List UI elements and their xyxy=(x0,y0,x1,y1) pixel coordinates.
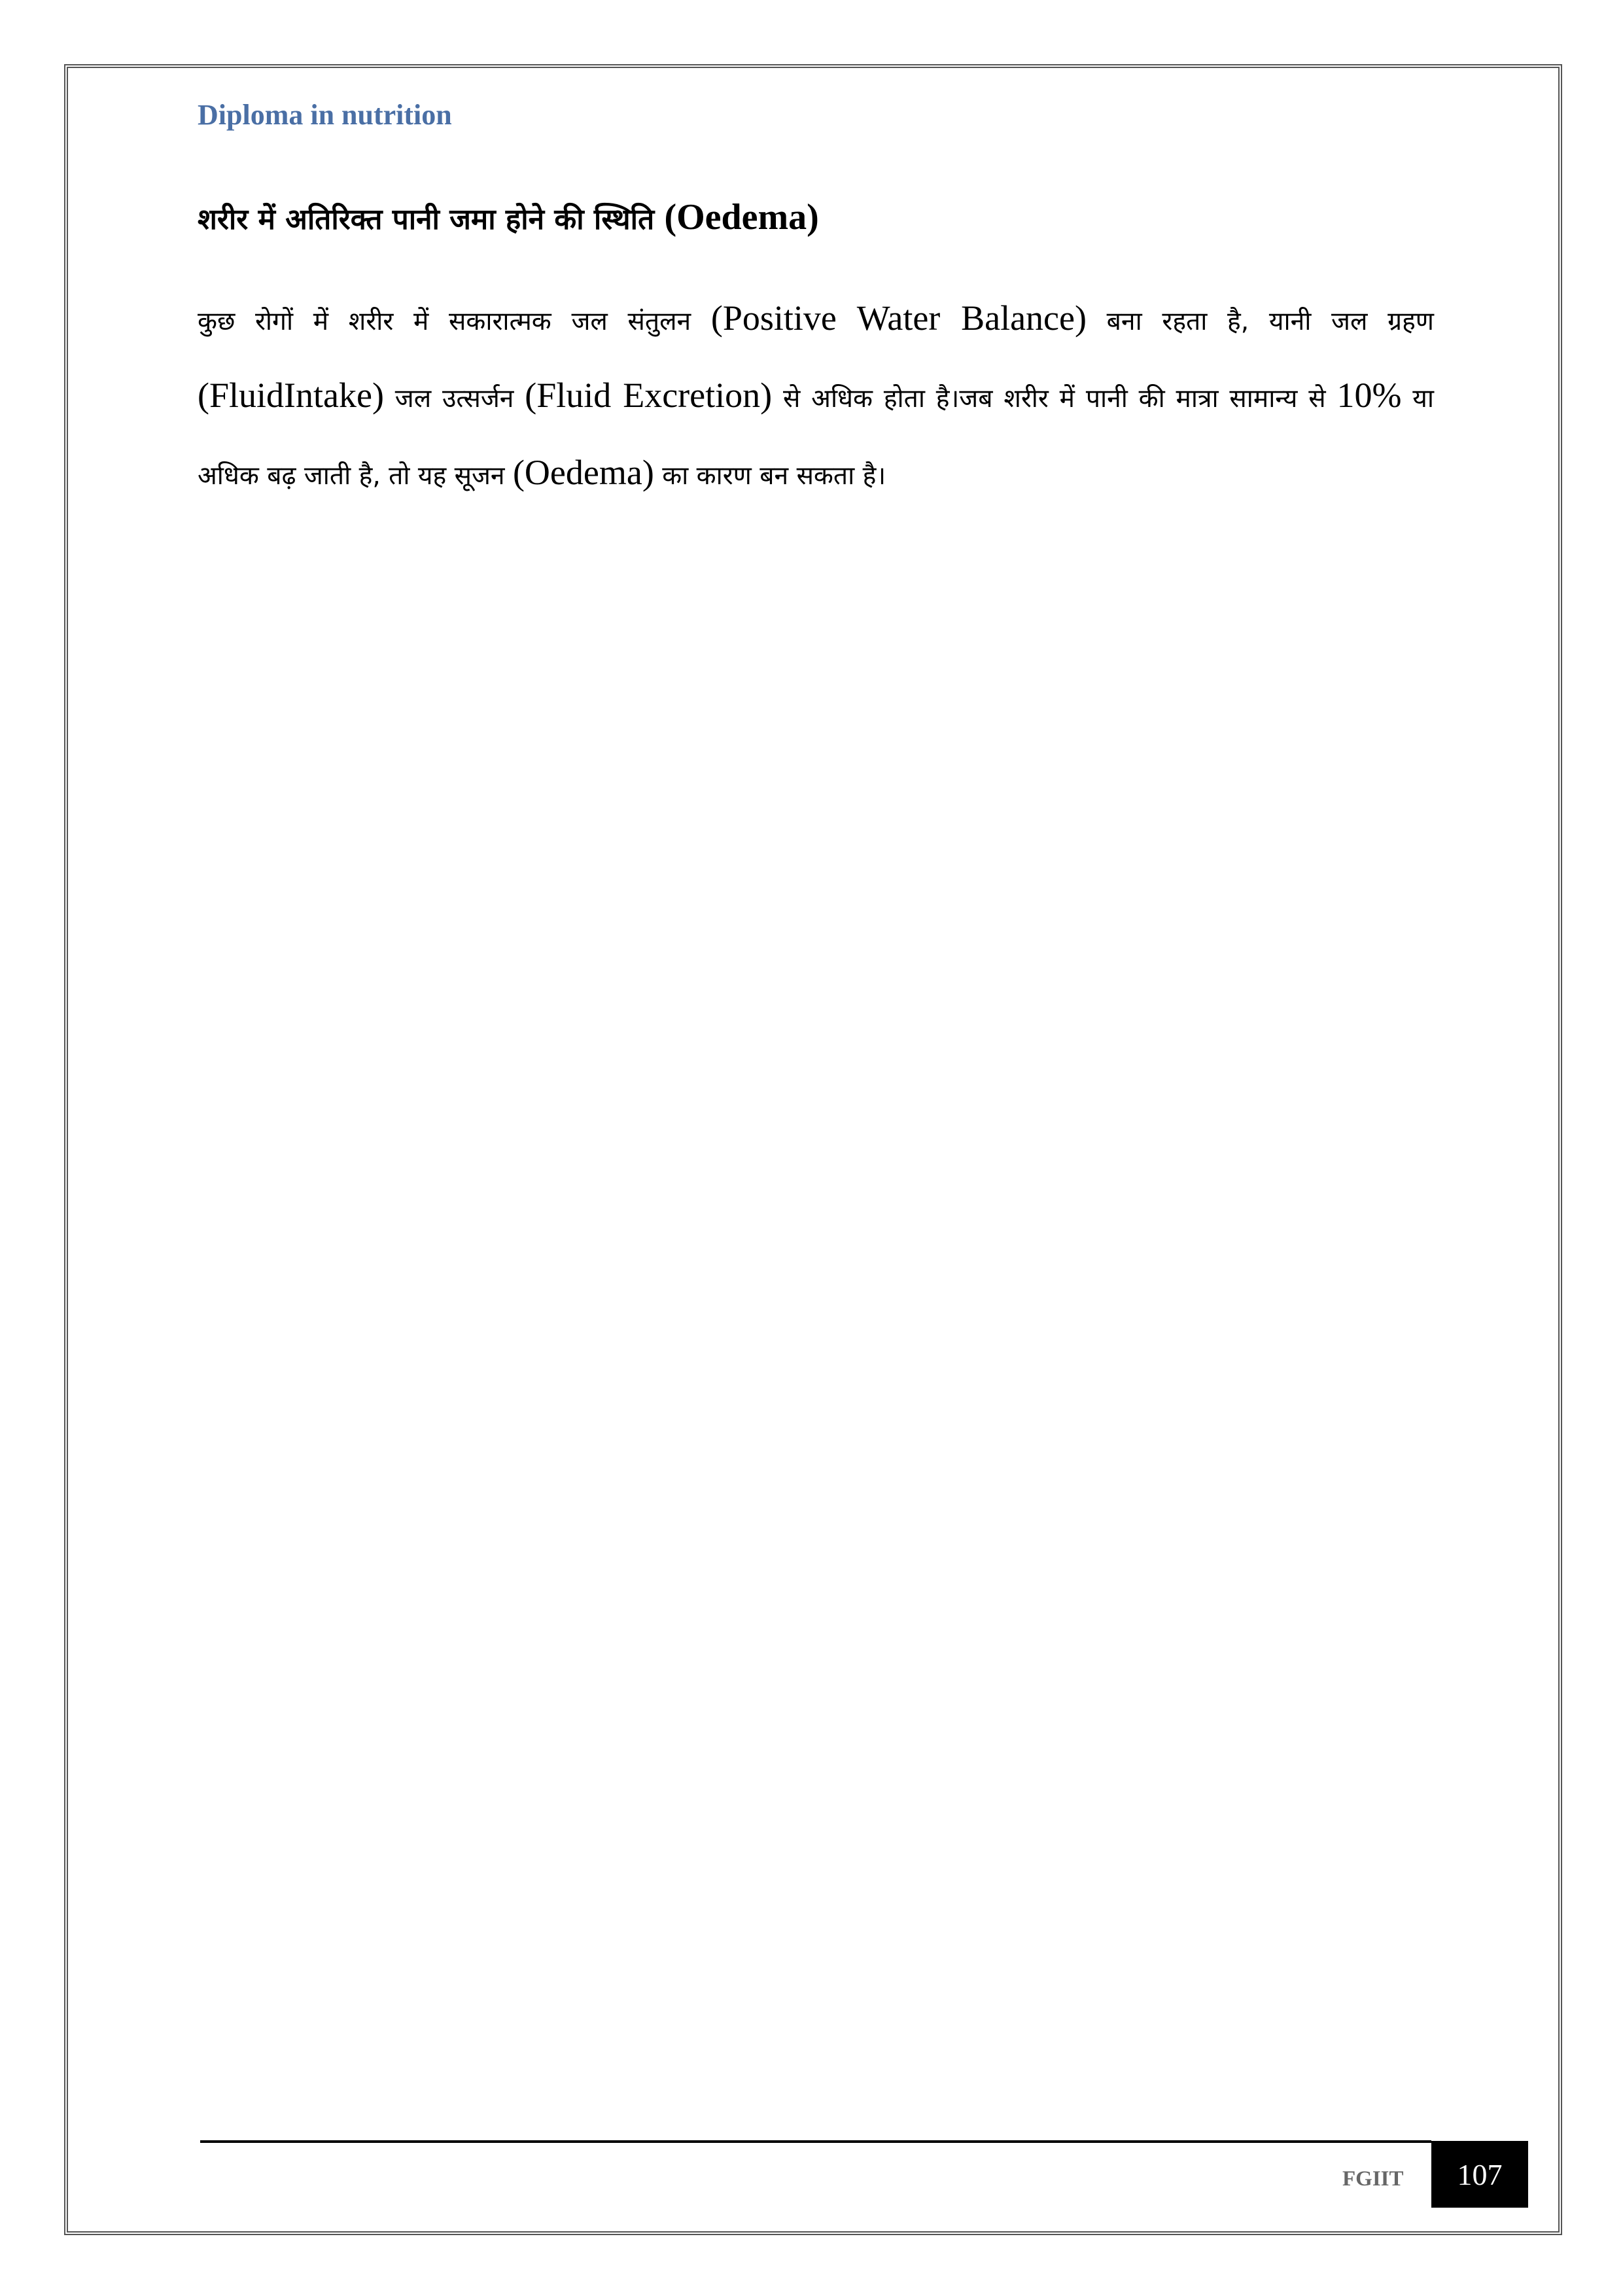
body-paragraph: कुछ रोगों में शरीर में सकारात्मक जल संतु… xyxy=(198,281,1434,513)
paragraph-segment: (Positive Water Balance) xyxy=(710,298,1087,338)
page-number: 107 xyxy=(1431,2141,1528,2208)
section-heading: शरीर में अतिरिक्त पानी जमा होने की स्थित… xyxy=(198,196,819,238)
section-heading-english: (Oedema) xyxy=(664,197,819,238)
page-number-text: 107 xyxy=(1457,2157,1503,2191)
paragraph-segment: जल उत्सर्जन xyxy=(383,384,525,414)
footer-divider xyxy=(200,2140,1431,2143)
paragraph-segment: बना रहता है, यानी जल ग्रहण xyxy=(1086,307,1434,336)
paragraph-segment: (FluidIntake) xyxy=(198,376,384,415)
paragraph-segment: 10% xyxy=(1336,376,1402,415)
document-header-title: Diploma in nutrition xyxy=(198,99,452,131)
paragraph-segment: कुछ रोगों में शरीर में सकारात्मक जल संतु… xyxy=(198,307,711,336)
paragraph-segment: (Oedema) xyxy=(512,453,654,492)
section-heading-hindi: शरीर में अतिरिक्त पानी जमा होने की स्थित… xyxy=(198,203,665,236)
paragraph-segment: (Fluid Excretion) xyxy=(525,376,773,415)
paragraph-segment: का कारण बन सकता है। xyxy=(654,461,886,491)
paragraph-segment: से अधिक होता है।जब शरीर में पानी की मात्… xyxy=(772,384,1337,414)
footer-brand: FGIIT xyxy=(1342,2167,1404,2191)
